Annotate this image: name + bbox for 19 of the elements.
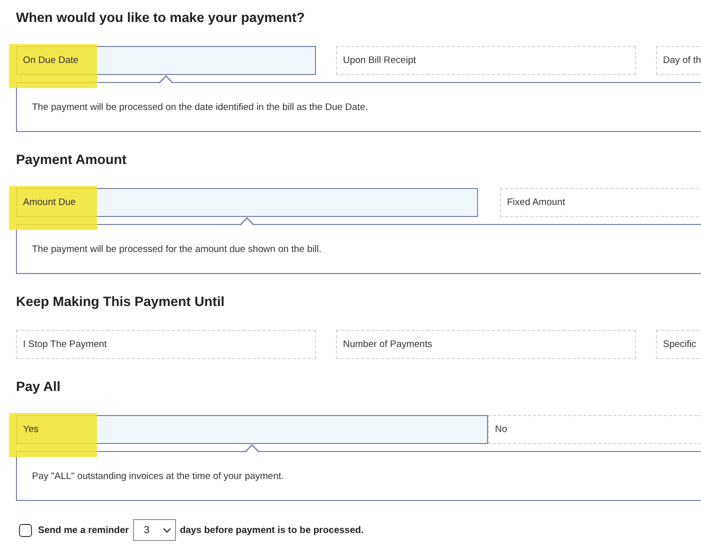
option-tab[interactable]: Upon Bill Receipt [336, 46, 636, 75]
description-text: Pay "ALL" outstanding invoices at the time of your payment. [32, 470, 284, 482]
option-tab[interactable]: Number of Payments [336, 330, 636, 359]
reminder-checkbox[interactable] [19, 524, 32, 536]
section-title: When would you like to make your payment? [16, 9, 305, 27]
section-title: Keep Making This Payment Until [16, 293, 225, 311]
section-title: Payment Amount [16, 151, 127, 169]
chevron-down-icon [162, 528, 171, 532]
days-select[interactable]: 3 [132, 519, 176, 541]
description-text: The payment will be processed for the amount due shown on the bill. [32, 244, 322, 254]
option-tab[interactable]: No [488, 415, 701, 444]
section-title: Pay All [16, 378, 61, 396]
option-tab[interactable]: Specific [656, 330, 701, 359]
reminder-suffix: days before payment is to be processed. [180, 524, 364, 536]
option-tab[interactable]: Day of th [656, 46, 701, 75]
option-tab[interactable]: I Stop The Payment [16, 330, 316, 359]
reminder-label: Send me a reminder [38, 524, 129, 536]
option-tab[interactable]: Fixed Amount [500, 188, 701, 217]
description-text: The payment will be processed on the date identified in the bill as the Due Date. [32, 102, 368, 112]
